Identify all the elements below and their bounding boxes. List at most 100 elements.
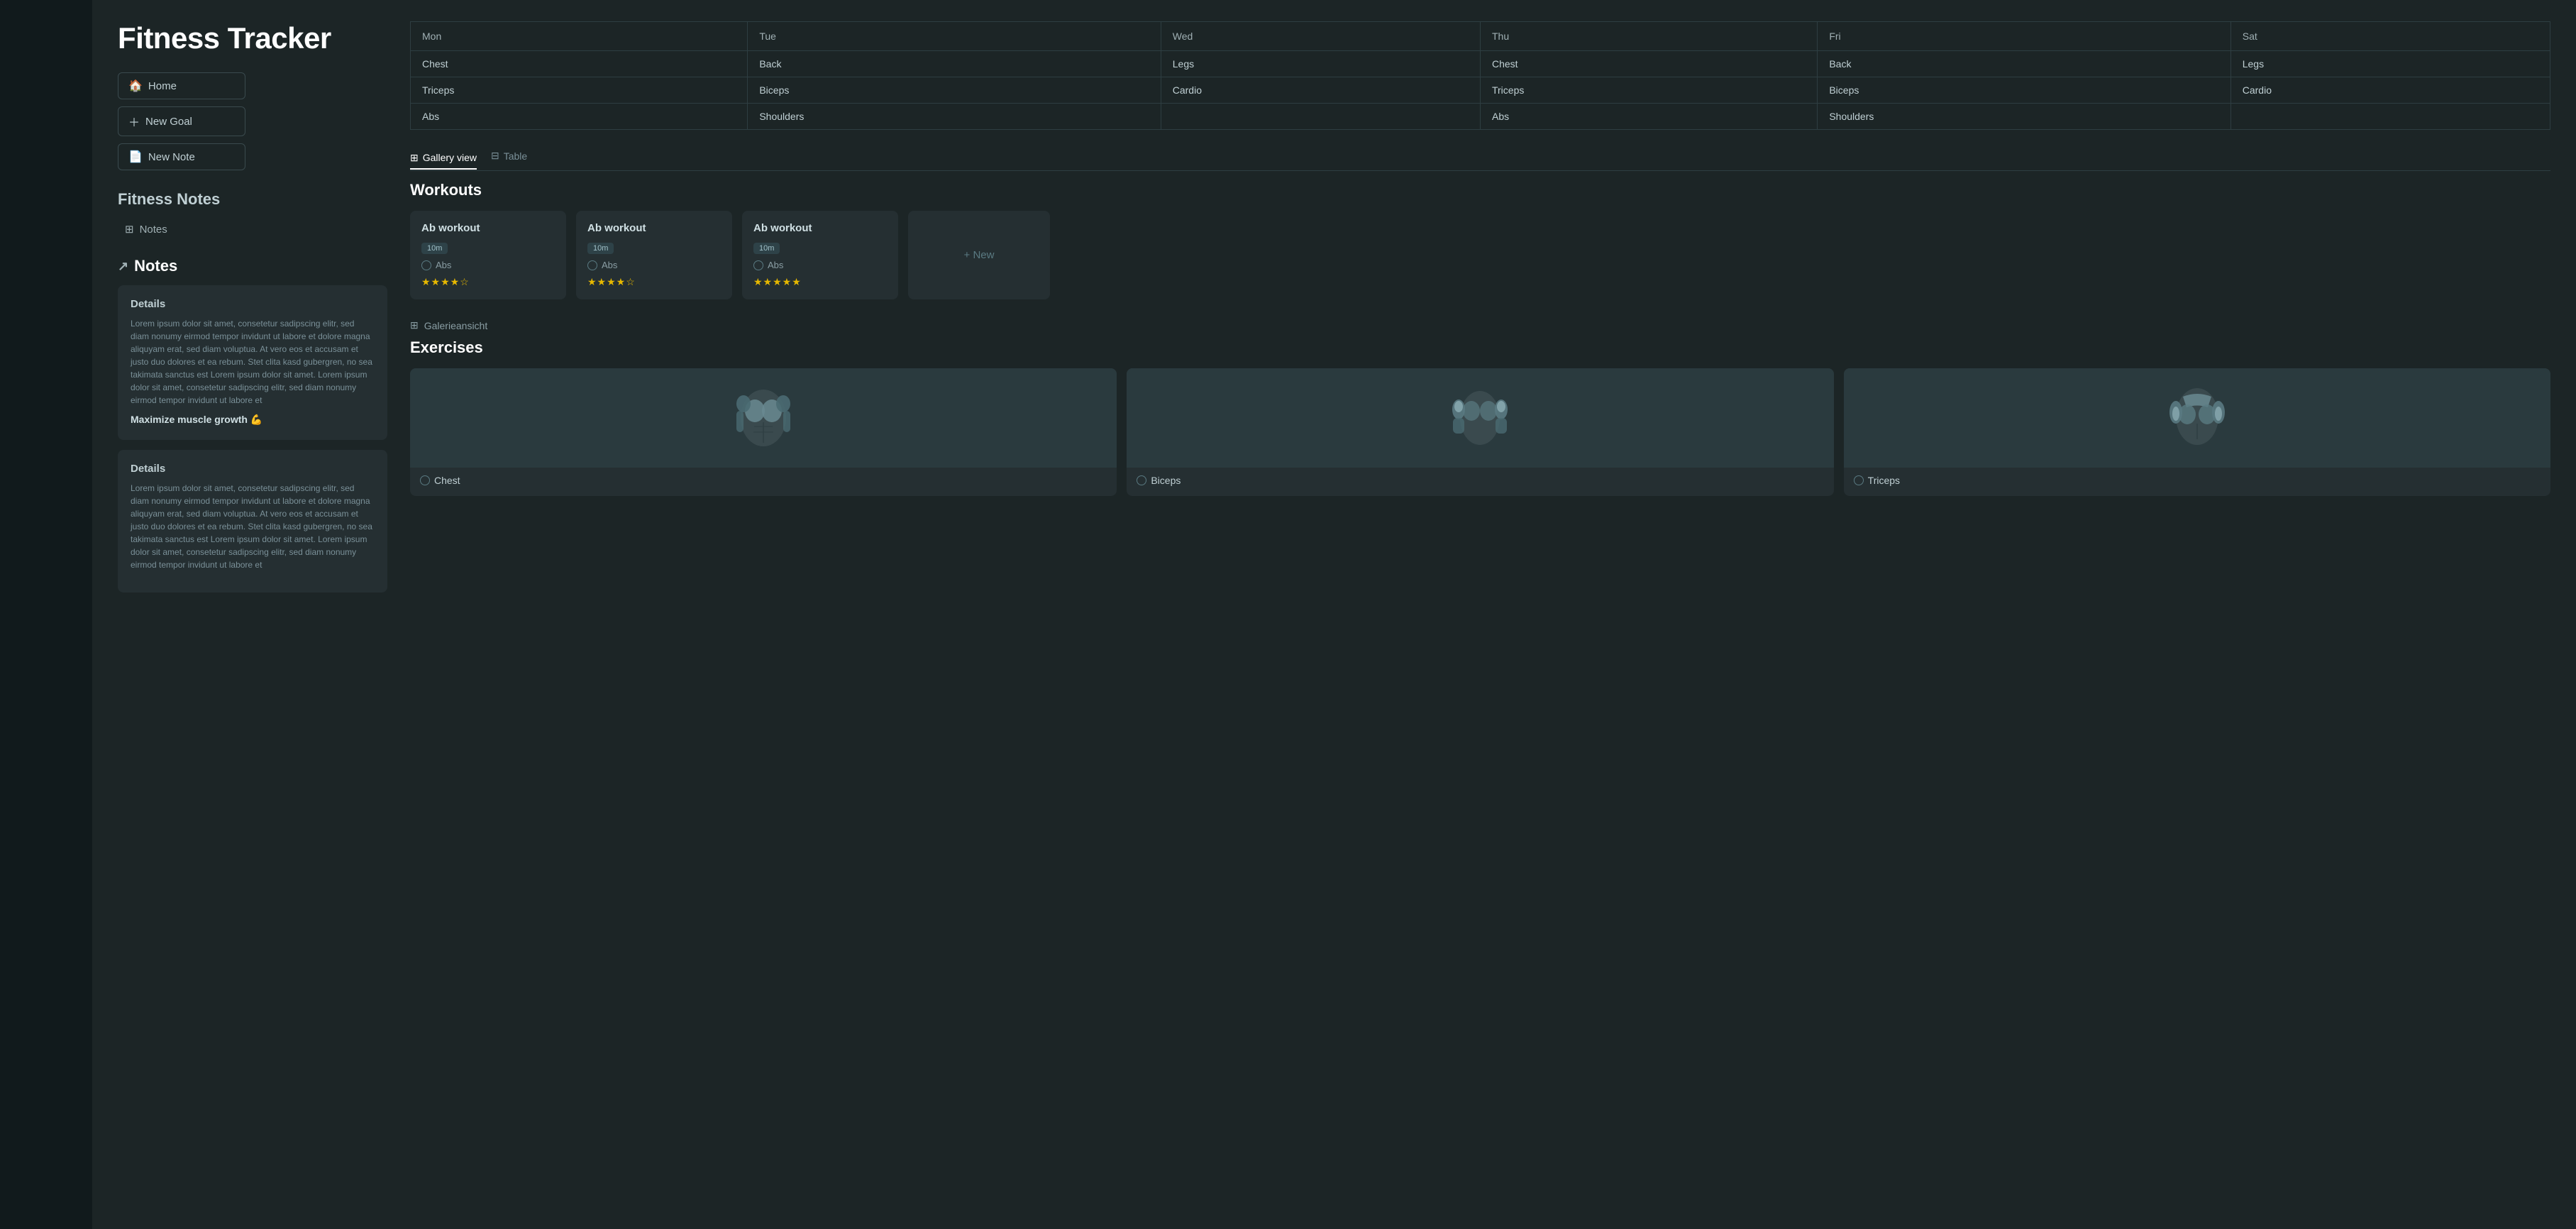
col-tue: Tue — [748, 22, 1161, 51]
exercise-biceps-name: Biceps — [1127, 468, 1833, 486]
note-card-1[interactable]: Details Lorem ipsum dolor sit amet, cons… — [118, 285, 387, 440]
main-content: Fitness Tracker 🏠 Home ＋ New Goal 📄 New … — [92, 0, 2576, 1229]
cell-wed-1: Legs — [1161, 51, 1480, 77]
right-panel: Mon Tue Wed Thu Fri Sat Chest Back Legs … — [410, 21, 2550, 1208]
workout-card-2-stars: ★★★★☆ — [587, 276, 721, 288]
view-tabs: ⊞ Gallery view ⊟ Table — [410, 150, 2550, 171]
note-card-2-body: Lorem ipsum dolor sit amet, consetetur s… — [131, 482, 375, 571]
cell-tue-1: Back — [748, 51, 1161, 77]
workout-card-1-title: Ab workout — [421, 222, 555, 234]
cell-sat-2: Cardio — [2230, 77, 2550, 104]
col-wed: Wed — [1161, 22, 1480, 51]
new-note-label: New Note — [148, 151, 195, 163]
notes-nav-item[interactable]: ⊞ Notes — [118, 219, 387, 240]
exercises-title: Exercises — [410, 338, 2550, 357]
new-goal-label: New Goal — [145, 116, 192, 128]
gallery-section: ⊞ Galerieansicht — [410, 319, 2550, 331]
new-workout-button[interactable]: + New — [908, 211, 1050, 299]
note-card-1-highlight: Maximize muscle growth 💪 — [131, 414, 375, 426]
cell-fri-1: Back — [1818, 51, 2230, 77]
cell-thu-3: Abs — [1480, 104, 1817, 130]
cell-wed-3 — [1161, 104, 1480, 130]
workout-card-1-badge: 10m — [421, 243, 448, 254]
tab-gallery-view[interactable]: ⊞ Gallery view — [410, 152, 477, 170]
cell-tue-2: Biceps — [748, 77, 1161, 104]
table-icon: ⊟ — [491, 150, 499, 162]
triceps-image — [1844, 368, 2550, 468]
workout-card-3[interactable]: Ab workout 10m Abs ★★★★★ — [742, 211, 898, 299]
workout-card-3-tag: Abs — [753, 260, 887, 270]
left-panel: Fitness Tracker 🏠 Home ＋ New Goal 📄 New … — [118, 21, 387, 1208]
fitness-notes-heading: Fitness Notes — [118, 190, 387, 209]
cell-sat-1: Legs — [2230, 51, 2550, 77]
col-fri: Fri — [1818, 22, 2230, 51]
radio-icon — [587, 260, 597, 270]
radio-icon — [1854, 475, 1864, 485]
cell-sat-3 — [2230, 104, 2550, 130]
cell-thu-2: Triceps — [1480, 77, 1817, 104]
workout-card-2-tag: Abs — [587, 260, 721, 270]
arrow-icon: ↗ — [118, 259, 128, 274]
workout-card-1-stars: ★★★★☆ — [421, 276, 555, 288]
exercises-gallery: Chest — [410, 368, 2550, 496]
exercise-card-biceps[interactable]: Biceps — [1127, 368, 1833, 496]
chest-image — [410, 368, 1117, 468]
cell-fri-2: Biceps — [1818, 77, 2230, 104]
radio-icon — [420, 475, 430, 485]
cell-mon-3: Abs — [411, 104, 748, 130]
note-card-1-label: Details — [131, 298, 375, 310]
cell-wed-2: Cardio — [1161, 77, 1480, 104]
workout-card-2[interactable]: Ab workout 10m Abs ★★★★☆ — [576, 211, 732, 299]
cell-thu-1: Chest — [1480, 51, 1817, 77]
new-goal-nav-item[interactable]: ＋ New Goal — [118, 106, 245, 136]
col-sat: Sat — [2230, 22, 2550, 51]
workouts-title: Workouts — [410, 181, 2550, 199]
page-title: Fitness Tracker — [118, 21, 387, 55]
workout-card-3-badge: 10m — [753, 243, 780, 254]
gallery-icon: ⊞ — [410, 152, 419, 164]
cell-mon-2: Triceps — [411, 77, 748, 104]
radio-icon — [421, 260, 431, 270]
workout-card-3-title: Ab workout — [753, 222, 887, 234]
exercise-card-chest[interactable]: Chest — [410, 368, 1117, 496]
cell-tue-3: Shoulders — [748, 104, 1161, 130]
col-thu: Thu — [1480, 22, 1817, 51]
home-icon: 🏠 — [128, 79, 143, 93]
note-card-2-label: Details — [131, 463, 375, 475]
sidebar — [0, 0, 92, 1229]
workout-card-3-stars: ★★★★★ — [753, 276, 887, 288]
table-row: Chest Back Legs Chest Back Legs — [411, 51, 2550, 77]
table-row: Abs Shoulders Abs Shoulders — [411, 104, 2550, 130]
notes-heading: Notes — [134, 257, 177, 275]
notes-nav-label: Notes — [140, 224, 167, 236]
exercise-triceps-name: Triceps — [1844, 468, 2550, 486]
home-label: Home — [148, 80, 177, 92]
grid-icon: ⊞ — [125, 223, 134, 236]
note-card-1-body: Lorem ipsum dolor sit amet, consetetur s… — [131, 317, 375, 407]
workout-card-1[interactable]: Ab workout 10m Abs ★★★★☆ — [410, 211, 566, 299]
gallery-label: Gallery view — [423, 152, 477, 163]
cell-fri-3: Shoulders — [1818, 104, 2230, 130]
cell-mon-1: Chest — [411, 51, 748, 77]
table-label: Table — [504, 150, 527, 162]
workout-card-2-badge: 10m — [587, 243, 614, 254]
note-icon: 📄 — [128, 150, 143, 164]
biceps-image — [1127, 368, 1833, 468]
plus-icon: ＋ — [128, 113, 140, 130]
col-mon: Mon — [411, 22, 748, 51]
workout-cards-container: Ab workout 10m Abs ★★★★☆ Ab workout 10m … — [410, 211, 2550, 299]
new-note-nav-item[interactable]: 📄 New Note — [118, 143, 245, 170]
gallery-section-icon: ⊞ — [410, 319, 419, 331]
note-card-2[interactable]: Details Lorem ipsum dolor sit amet, cons… — [118, 450, 387, 593]
radio-icon — [1137, 475, 1146, 485]
schedule-table: Mon Tue Wed Thu Fri Sat Chest Back Legs … — [410, 21, 2550, 130]
radio-icon — [753, 260, 763, 270]
notes-section-header: ↗ Notes — [118, 257, 387, 275]
new-workout-label: + New — [964, 249, 995, 261]
tab-table[interactable]: ⊟ Table — [491, 150, 527, 166]
home-nav-item[interactable]: 🏠 Home — [118, 72, 245, 99]
exercise-card-triceps[interactable]: Triceps — [1844, 368, 2550, 496]
workout-card-1-tag: Abs — [421, 260, 555, 270]
gallery-section-label: Galerieansicht — [424, 320, 488, 331]
gallery-section-header: ⊞ Galerieansicht — [410, 319, 2550, 331]
